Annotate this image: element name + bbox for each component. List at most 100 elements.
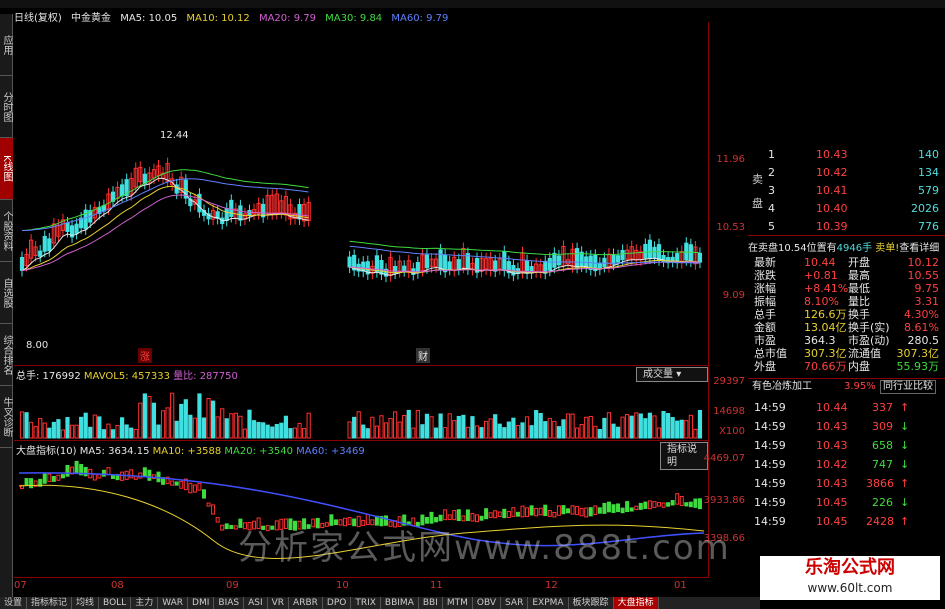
tab-indicator[interactable]: EXPMA	[528, 597, 569, 609]
volume-bar	[424, 413, 430, 439]
tab-indicator[interactable]: 均线	[72, 597, 100, 609]
tab-apps[interactable]: 应用	[0, 14, 13, 76]
indicator-help-button[interactable]: 指标说明	[660, 442, 708, 470]
price-tick: 11.96	[716, 154, 745, 165]
finance-marker[interactable]: 财	[416, 348, 430, 363]
volume-bar	[397, 421, 402, 439]
tab-ranking[interactable]: 综合排名	[0, 324, 13, 386]
left-tab-bar: 应用 分时图 K线图 个股资料 自选股 综合排名 牛叉诊断	[0, 14, 13, 597]
mavol5-label: MAVOL5: 457333	[83, 371, 170, 382]
volume-bar	[224, 418, 229, 439]
candle-body	[379, 260, 384, 275]
volume-bar	[388, 417, 393, 439]
volume-bar	[411, 427, 416, 439]
price-pane[interactable]: 12.44 8.00 涨 财	[14, 22, 708, 366]
date-tick: 09	[226, 580, 239, 591]
tab-stock-info[interactable]: 个股资料	[0, 200, 13, 262]
index-candle	[138, 472, 143, 479]
industry-name[interactable]: 有色冶炼加工	[752, 379, 812, 395]
tab-indicator-active[interactable]: 大盘指标	[613, 597, 659, 609]
tab-diagnosis[interactable]: 牛叉诊断	[0, 386, 13, 448]
volume-bar	[65, 417, 70, 439]
down-arrow-icon: ↓	[900, 496, 910, 509]
volume-bar	[511, 417, 516, 439]
volume-bar	[524, 416, 530, 439]
volume-bar	[697, 410, 703, 439]
volume-bar	[265, 424, 270, 439]
tab-indicator[interactable]: DPO	[323, 597, 352, 609]
order-row[interactable]: 2 10.42 134	[748, 166, 945, 184]
volume-bar	[147, 395, 152, 439]
tab-timeshare[interactable]: 分时图	[0, 76, 13, 138]
volume-dropdown[interactable]: 成交量 ▾	[636, 367, 708, 382]
tab-indicator[interactable]: 主力	[131, 597, 159, 609]
index-candle	[543, 504, 548, 517]
index-candle	[597, 507, 602, 514]
index-candle	[447, 514, 452, 521]
volume-bar	[106, 423, 111, 439]
quote-stats: 最新 10.44 开盘 10.12 涨跌 +0.81 最高 10.55 涨幅 +8.41% 最低…	[748, 256, 945, 373]
stock-chart-window: 应用 分时图 K线图 个股资料 自选股 综合排名 牛叉诊断 日线(复权) 中金黄…	[0, 0, 945, 609]
volume-bar	[110, 429, 116, 439]
volume-total: 总手: 176992	[16, 371, 81, 382]
tab-indicator[interactable]: ARBR	[289, 597, 323, 609]
tab-indicator[interactable]: SAR	[501, 597, 529, 609]
tab-watchlist[interactable]: 自选股	[0, 262, 13, 324]
tab-indicator[interactable]: 指标标记	[27, 597, 73, 609]
tab-indicator[interactable]: DMI	[188, 597, 215, 609]
volume-bar	[433, 427, 439, 439]
tab-indicator[interactable]: ASI	[244, 597, 268, 609]
candle-body	[684, 242, 689, 261]
tab-indicator[interactable]: MTM	[443, 597, 473, 609]
index-candle	[588, 507, 593, 517]
order-row[interactable]: 1 10.43 140	[748, 148, 945, 166]
stat-row: 总市值 307.3亿 流通值 307.3亿	[754, 347, 939, 360]
index-candle	[229, 524, 234, 530]
volume-bar	[488, 418, 493, 439]
tab-indicator[interactable]: BBIMA	[381, 597, 419, 609]
volume-bar	[183, 399, 188, 439]
volume-bar	[415, 409, 420, 439]
industry-compare-button[interactable]: 同行业比较	[880, 380, 936, 394]
ma-header: 日线(复权) 中金黄金 MA5: 10.05 MA10: 10.12 MA20:…	[14, 9, 454, 24]
order-row[interactable]: 5 10.39 776	[748, 220, 945, 238]
big-order-alert[interactable]: 在卖盘10.54位置有4946手 卖单!查看详细	[748, 239, 939, 254]
volume-bar	[606, 412, 612, 439]
volume-bar	[670, 417, 675, 439]
tab-indicator[interactable]: VR	[268, 597, 290, 609]
tab-indicator[interactable]: 设置	[0, 597, 28, 609]
candle-body	[19, 256, 25, 271]
volume-bar	[497, 423, 502, 439]
volume-bar	[502, 427, 507, 439]
tab-indicator[interactable]: 板块跟踪	[569, 597, 614, 609]
order-row[interactable]: 3 10.41 579	[748, 184, 945, 202]
limit-up-marker[interactable]: 涨	[138, 348, 152, 363]
volume-bar	[611, 423, 616, 439]
low-annotation: 8.00	[26, 340, 49, 351]
tick-row: 14:59 10.45 226 ↓	[748, 493, 945, 512]
volume-bar	[456, 415, 461, 439]
tab-indicator[interactable]: BIAS	[214, 597, 245, 609]
order-row[interactable]: 4 10.40 2026	[748, 202, 945, 220]
stat-row: 振幅 8.10% 量比 3.31	[754, 295, 939, 308]
volume-bar	[588, 415, 593, 439]
tab-indicator[interactable]: BOLL	[99, 597, 132, 609]
tab-indicator[interactable]: OBV	[473, 597, 502, 609]
volume-bar	[97, 416, 102, 439]
volume-bar	[60, 429, 66, 439]
index-candle	[83, 466, 88, 477]
tab-indicator[interactable]: WAR	[158, 597, 189, 609]
volume-bar	[138, 402, 143, 439]
candle-body	[224, 208, 229, 221]
volume-bar	[647, 412, 652, 439]
tab-kline[interactable]: K线图	[0, 138, 13, 200]
volume-bar	[593, 425, 598, 439]
date-tick: 12	[545, 580, 558, 591]
tab-indicator[interactable]: BBI	[419, 597, 443, 609]
volume-pane[interactable]: 总手: 176992 MAVOL5: 457333 量比: 287750 成交量…	[14, 366, 708, 441]
tab-indicator[interactable]: TRIX	[351, 597, 381, 609]
volume-bar	[297, 422, 302, 439]
volume-bar	[479, 427, 484, 439]
stat-row: 金额 13.04亿 换手(实) 8.61%	[754, 321, 939, 334]
index-candle	[675, 493, 680, 505]
